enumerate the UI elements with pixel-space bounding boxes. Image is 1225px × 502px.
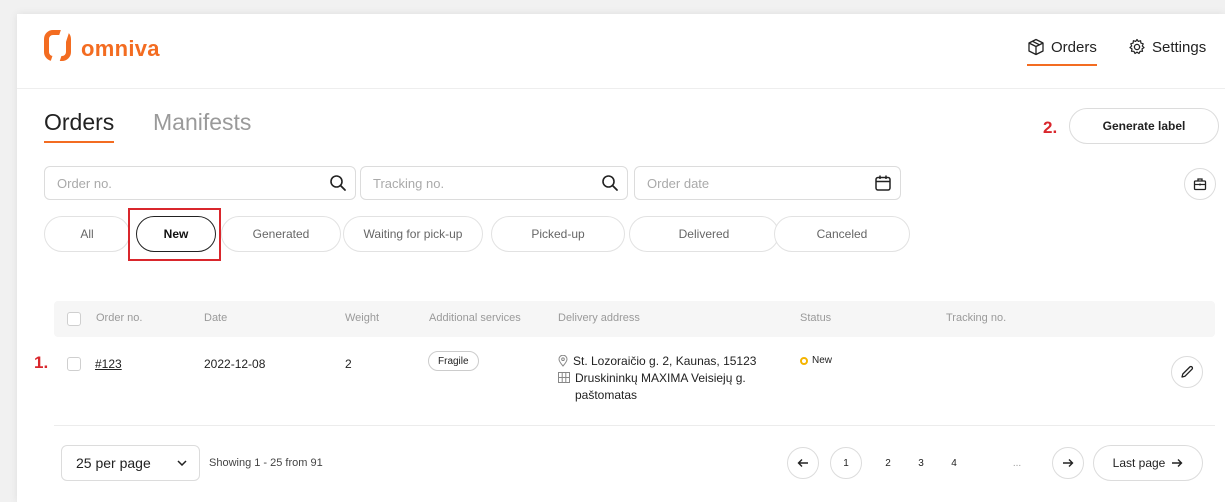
calendar-icon[interactable] bbox=[874, 174, 892, 192]
briefcase-icon bbox=[1193, 178, 1207, 191]
app-window: omniva Orders Settings Orders Manifests … bbox=[17, 14, 1225, 502]
col-order-no[interactable]: Order no. bbox=[96, 312, 142, 324]
fragile-badge: Fragile bbox=[428, 351, 479, 371]
arrow-left-icon bbox=[797, 459, 808, 467]
table-header: Order no. Date Weight Additional service… bbox=[54, 301, 1215, 337]
last-page-label: Last page bbox=[1112, 456, 1166, 470]
page-3[interactable]: 3 bbox=[910, 447, 932, 479]
generate-label-button[interactable]: Generate label bbox=[1069, 108, 1219, 144]
export-button[interactable] bbox=[1184, 168, 1216, 200]
arrow-right-icon bbox=[1063, 459, 1074, 467]
parcel-locker-icon bbox=[558, 372, 570, 383]
filter-picked-up[interactable]: Picked-up bbox=[491, 216, 625, 252]
package-icon bbox=[1028, 38, 1044, 56]
gear-icon bbox=[1129, 38, 1145, 55]
nav-orders[interactable]: Orders bbox=[1027, 34, 1097, 66]
pencil-icon bbox=[1181, 365, 1194, 378]
page-ellipsis: ... bbox=[1012, 457, 1022, 469]
page-4[interactable]: 4 bbox=[943, 447, 965, 479]
order-date-field bbox=[634, 166, 901, 200]
nav-orders-label: Orders bbox=[1051, 38, 1097, 56]
col-additional-services[interactable]: Additional services bbox=[429, 312, 521, 324]
nav-settings[interactable]: Settings bbox=[1128, 34, 1206, 60]
col-date[interactable]: Date bbox=[204, 312, 227, 324]
col-status[interactable]: Status bbox=[800, 312, 831, 324]
delivery-address: St. Lozoraičio g. 2, Kaunas, 15123 Drusk… bbox=[558, 353, 783, 404]
nav-settings-label: Settings bbox=[1152, 38, 1207, 56]
address-line-1: St. Lozoraičio g. 2, Kaunas, 15123 bbox=[573, 354, 757, 368]
tracking-no-field bbox=[360, 166, 628, 200]
filter-all[interactable]: All bbox=[44, 216, 130, 252]
order-no-link[interactable]: #123 bbox=[95, 357, 122, 371]
edit-order-button[interactable] bbox=[1171, 356, 1203, 388]
row-divider bbox=[54, 425, 1215, 426]
filter-generated[interactable]: Generated bbox=[221, 216, 341, 252]
new-filter-highlight bbox=[128, 208, 221, 261]
arrow-right-icon bbox=[1172, 459, 1183, 467]
tracking-no-input[interactable] bbox=[373, 175, 601, 191]
status-dot-icon bbox=[800, 356, 808, 365]
chevron-down-icon bbox=[177, 460, 187, 466]
order-date: 2022-12-08 bbox=[204, 357, 266, 371]
filter-delivered[interactable]: Delivered bbox=[629, 216, 779, 252]
address-line-2: Druskininkų MAXIMA Veisiejų g. paštomata… bbox=[575, 371, 746, 402]
status-badge: New bbox=[800, 355, 832, 366]
step-1-annotation: 1. bbox=[34, 353, 49, 372]
brand-name: omniva bbox=[81, 36, 160, 61]
row-checkbox[interactable] bbox=[67, 357, 81, 371]
step-2-annotation: 2. bbox=[1043, 118, 1058, 137]
filter-waiting-for-pick-up[interactable]: Waiting for pick-up bbox=[343, 216, 483, 252]
last-page-button[interactable]: Last page bbox=[1093, 445, 1203, 481]
page-1[interactable]: 1 bbox=[830, 447, 862, 479]
location-pin-icon bbox=[558, 355, 568, 367]
filter-canceled[interactable]: Canceled bbox=[774, 216, 910, 252]
order-no-input[interactable] bbox=[57, 175, 329, 191]
tab-orders[interactable]: Orders bbox=[44, 109, 115, 143]
order-weight: 2 bbox=[345, 357, 352, 371]
search-icon[interactable] bbox=[329, 174, 347, 192]
next-page-button[interactable] bbox=[1052, 447, 1084, 479]
per-page-value: 25 per page bbox=[76, 455, 151, 471]
col-tracking-no[interactable]: Tracking no. bbox=[946, 312, 1006, 324]
col-delivery-address[interactable]: Delivery address bbox=[558, 312, 640, 324]
showing-range: Showing 1 - 25 from 91 bbox=[209, 457, 323, 469]
order-date-input[interactable] bbox=[647, 175, 874, 191]
order-no-field bbox=[44, 166, 356, 200]
per-page-select[interactable]: 25 per page bbox=[61, 445, 200, 481]
tab-manifests[interactable]: Manifests bbox=[153, 109, 251, 136]
top-bar: omniva Orders Settings bbox=[17, 14, 1225, 89]
select-all-checkbox[interactable] bbox=[67, 312, 81, 326]
col-weight[interactable]: Weight bbox=[345, 312, 379, 324]
omniva-logo-icon bbox=[44, 30, 71, 61]
status-label: New bbox=[812, 355, 833, 366]
page-2[interactable]: 2 bbox=[877, 447, 899, 479]
prev-page-button[interactable] bbox=[787, 447, 819, 479]
search-icon[interactable] bbox=[601, 174, 619, 192]
